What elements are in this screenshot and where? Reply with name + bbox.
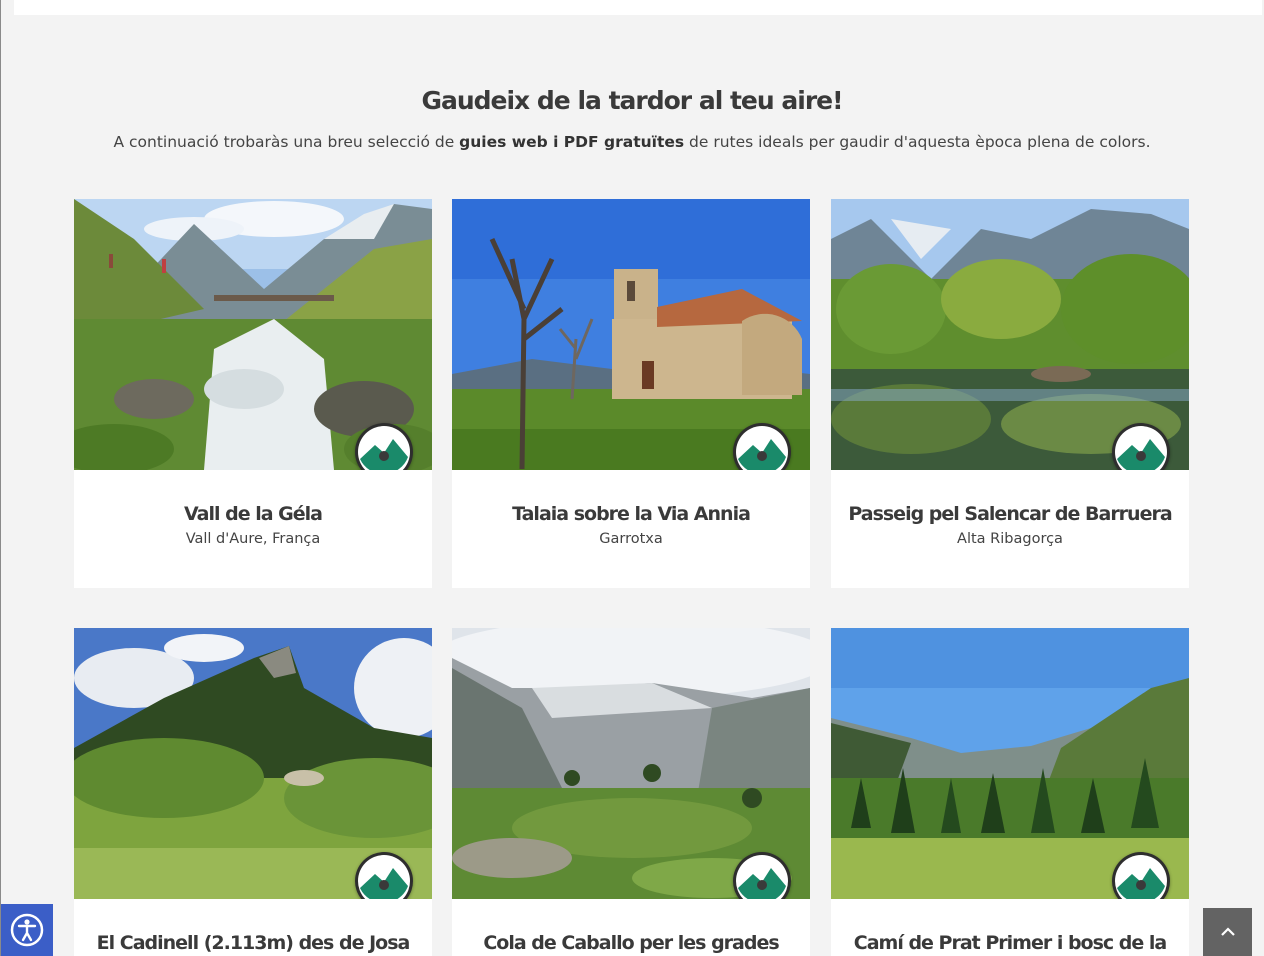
- route-guide-logo-icon: [1112, 423, 1170, 470]
- route-photo[interactable]: [452, 628, 810, 899]
- route-region: Vall d'Aure, França: [185, 531, 321, 547]
- back-to-top-button[interactable]: [1203, 908, 1252, 956]
- route-card[interactable]: Vall de la Géla Vall d'Aure, França: [74, 199, 432, 588]
- route-photo[interactable]: [74, 199, 432, 470]
- route-photo[interactable]: [452, 199, 810, 470]
- route-guide-logo-icon: [355, 423, 413, 470]
- accessibility-icon: [10, 913, 44, 947]
- route-photo[interactable]: [831, 628, 1189, 899]
- intro-text-start: A continuació trobaràs una breu selecció…: [113, 133, 460, 151]
- section-intro: A continuació trobaràs una breu selecció…: [0, 133, 1264, 151]
- route-region: Alta Ribagorça: [957, 531, 1063, 547]
- chevron-up-icon: [1220, 927, 1235, 936]
- route-card[interactable]: Talaia sobre la Via Annia Garrotxa: [452, 199, 810, 588]
- accessibility-button[interactable]: [1, 904, 53, 956]
- route-title[interactable]: Passeig pel Salencar de Barruera: [831, 503, 1189, 525]
- route-guide-logo-icon: [733, 852, 791, 899]
- route-card[interactable]: Cola de Caballo per les grades: [452, 628, 810, 956]
- route-guide-logo-icon: [1112, 852, 1170, 899]
- route-title[interactable]: Talaia sobre la Via Annia: [452, 503, 810, 525]
- section-heading: Gaudeix de la tardor al teu aire!: [421, 86, 843, 115]
- route-card[interactable]: Camí de Prat Primer i bosc de la: [831, 628, 1189, 956]
- route-title[interactable]: Camí de Prat Primer i bosc de la: [831, 932, 1189, 954]
- intro-text-end: de rutes ideals per gaudir d'aquesta èpo…: [684, 133, 1151, 151]
- route-title[interactable]: El Cadinell (2.113m) des de Josa: [74, 932, 432, 954]
- route-region: Garrotxa: [599, 531, 663, 547]
- route-photo[interactable]: [74, 628, 432, 899]
- route-photo[interactable]: [831, 199, 1189, 470]
- route-card[interactable]: Passeig pel Salencar de Barruera Alta Ri…: [831, 199, 1189, 588]
- route-title[interactable]: Vall de la Géla: [74, 503, 432, 525]
- header-strip: [14, 0, 1262, 15]
- route-title[interactable]: Cola de Caballo per les grades: [452, 932, 810, 954]
- route-guide-logo-icon: [733, 423, 791, 470]
- route-card[interactable]: El Cadinell (2.113m) des de Josa: [74, 628, 432, 956]
- route-guide-logo-icon: [355, 852, 413, 899]
- intro-bold-text: guies web i PDF gratuïtes: [459, 133, 685, 151]
